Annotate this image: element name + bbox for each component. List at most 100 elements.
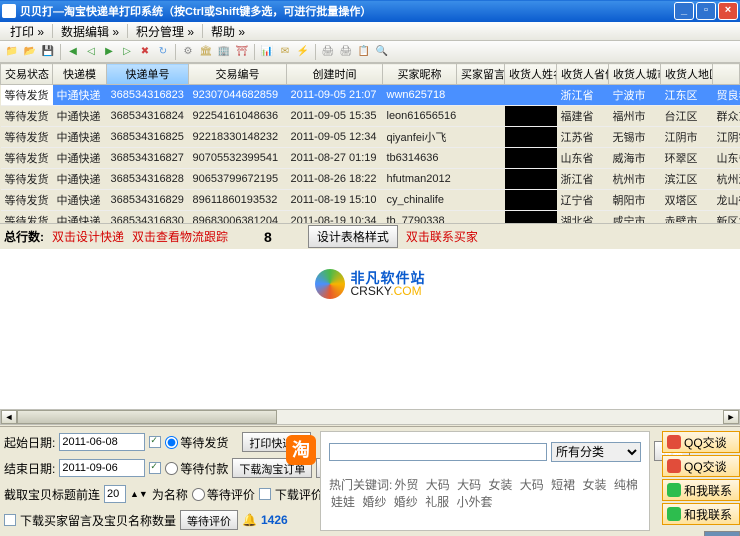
menu-help[interactable]: 帮助 » — [205, 22, 251, 41]
logo-text-cn: 非凡软件站 — [351, 271, 426, 285]
radio-waiting-eval[interactable]: 等待评价 — [192, 486, 255, 503]
category-select[interactable]: 所有分类 — [551, 442, 641, 462]
minimize-button[interactable]: _ — [674, 2, 694, 20]
column-header[interactable] — [713, 64, 740, 85]
hot-keyword-link[interactable]: 娃娃 — [331, 495, 355, 509]
toolbar-button-5[interactable]: ◁ — [83, 44, 99, 60]
table-row[interactable]: 等待发货中通快递368534316824922541610486362011-0… — [1, 106, 740, 127]
hot-keyword-link[interactable]: 纯棉 — [614, 478, 638, 492]
toolbar-button-11[interactable]: ⚙ — [180, 44, 196, 60]
hot-keyword-link[interactable]: 外贸 — [394, 478, 418, 492]
start-date-input[interactable] — [59, 433, 145, 451]
contact-button[interactable]: QQ交谈 — [662, 431, 740, 453]
hot-keyword-link[interactable]: 婚纱 — [394, 495, 418, 509]
scroll-right-arrow[interactable]: ► — [723, 410, 739, 424]
toolbar-button-16[interactable]: 📊 — [259, 44, 275, 60]
radio-waiting-pay[interactable]: 等待付款 — [165, 460, 228, 477]
hot-keyword-link[interactable]: 大码 — [520, 478, 544, 492]
toolbar-button-14[interactable]: ⛩ — [234, 44, 250, 60]
column-header[interactable]: 收货人地区 — [661, 64, 713, 85]
hot-keyword-link[interactable]: 女装 — [488, 478, 512, 492]
toolbar-button-2[interactable]: 💾 — [40, 44, 56, 60]
tip-design[interactable]: 双击设计快递 — [52, 228, 124, 245]
radio-waiting-ship[interactable]: 等待发货 — [165, 434, 228, 451]
contact-icon — [667, 435, 681, 449]
toolbar-button-20[interactable]: 🖨 — [320, 44, 336, 60]
side-contact-buttons: QQ交谈QQ交谈和我联系和我联系在线客服 — [662, 431, 740, 536]
table-row[interactable]: 等待发货中通快递368534316823923070446828592011-0… — [1, 85, 740, 106]
toolbar: 📁📂💾◀◁▶▷✖↻⚙🏛🏢⛩📊✉⚡🖨🖨📋🔍 — [0, 41, 740, 63]
data-grid[interactable]: 交易状态快递模快递单号交易编号创建时间买家昵称买家留言收货人姓名收货人省份收货人… — [0, 63, 740, 223]
table-row[interactable]: 等待发货中通快递368534316825922183301482322011-0… — [1, 127, 740, 148]
hot-keyword-link[interactable]: 礼服 — [425, 495, 449, 509]
hot-keywords: 热门关键词:外贸 大码 大码 女装 大码 短裙 女装 纯棉 娃娃 婚纱 婚纱 礼… — [329, 476, 641, 510]
hot-keyword-link[interactable]: 短裙 — [551, 478, 575, 492]
download-eval-checkbox[interactable] — [259, 488, 271, 500]
tip-contact[interactable]: 双击联系买家 — [406, 228, 478, 245]
hot-keyword-link[interactable]: 大码 — [457, 478, 481, 492]
toolbar-button-13[interactable]: 🏢 — [216, 44, 232, 60]
contact-button[interactable]: 和我联系 — [662, 503, 740, 525]
column-header[interactable]: 收货人姓名 — [505, 64, 557, 85]
column-header[interactable]: 收货人城市 — [609, 64, 661, 85]
column-header[interactable]: 买家留言 — [457, 64, 505, 85]
maximize-button[interactable]: ▫ — [696, 2, 716, 20]
menu-data-edit[interactable]: 数据编辑 » — [55, 22, 125, 41]
scroll-left-arrow[interactable]: ◄ — [1, 410, 17, 424]
search-input[interactable] — [329, 443, 547, 461]
table-row[interactable]: 等待发货中通快递368534316828906537996721952011-0… — [1, 169, 740, 190]
table-row[interactable]: 等待发货中通快递368534316829896118601935322011-0… — [1, 190, 740, 211]
truncate-input[interactable] — [104, 485, 126, 503]
column-header[interactable]: 交易编号 — [189, 64, 287, 85]
toolbar-button-1[interactable]: 📂 — [22, 44, 38, 60]
column-header[interactable]: 快递单号 — [107, 64, 189, 85]
toolbar-button-7[interactable]: ▷ — [119, 44, 135, 60]
toolbar-button-23[interactable]: 🔍 — [374, 44, 390, 60]
bell-icon[interactable]: 🔔 — [242, 513, 257, 527]
table-row[interactable]: 等待发货中通快递368534316830896830063812042011-0… — [1, 211, 740, 224]
content-area: 非凡软件站 CRSKY.COM — [0, 249, 740, 409]
column-header[interactable]: 交易状态 — [1, 64, 53, 85]
close-button[interactable]: × — [718, 2, 738, 20]
column-header[interactable]: 创建时间 — [287, 64, 383, 85]
toolbar-button-17[interactable]: ✉ — [277, 44, 293, 60]
hot-keyword-link[interactable]: 大码 — [426, 478, 450, 492]
download-msg-checkbox[interactable] — [4, 514, 16, 526]
toolbar-button-6[interactable]: ▶ — [101, 44, 117, 60]
download-msg-label: 下载买家留言及宝贝名称数量 — [20, 512, 176, 529]
bottom-panel: 起始日期: 等待发货 打印快递单 结束日期: 等待付款 下载淘宝订单 淘宝发货 … — [0, 426, 740, 536]
design-table-button[interactable]: 设计表格样式 — [308, 225, 398, 248]
cs-avatar[interactable] — [704, 531, 740, 536]
contact-icon — [667, 483, 681, 497]
toolbar-button-9[interactable]: ↻ — [155, 44, 171, 60]
truncate-label2: 为名称 — [152, 486, 188, 503]
end-date-picker-icon[interactable] — [149, 462, 161, 474]
eval-button[interactable]: 等待评价 — [180, 510, 238, 530]
contact-button[interactable]: 和我联系 — [662, 479, 740, 501]
hot-keyword-link[interactable]: 小外套 — [456, 495, 492, 509]
table-row[interactable]: 等待发货中通快递368534316827907055323995412011-0… — [1, 148, 740, 169]
truncate-label: 截取宝贝标题前连 — [4, 486, 100, 503]
end-date-input[interactable] — [59, 459, 145, 477]
toolbar-button-22[interactable]: 📋 — [356, 44, 372, 60]
toolbar-button-18[interactable]: ⚡ — [295, 44, 311, 60]
contact-button[interactable]: QQ交谈 — [662, 455, 740, 477]
hot-keyword-link[interactable]: 女装 — [583, 478, 607, 492]
toolbar-button-0[interactable]: 📁 — [4, 44, 20, 60]
toolbar-button-21[interactable]: 🖨 — [338, 44, 354, 60]
start-date-picker-icon[interactable] — [149, 436, 161, 448]
column-header[interactable]: 收货人省份 — [557, 64, 609, 85]
toolbar-button-12[interactable]: 🏛 — [198, 44, 214, 60]
menu-points[interactable]: 积分管理 » — [130, 22, 200, 41]
horizontal-scrollbar[interactable]: ◄ ► — [0, 409, 740, 425]
tip-track[interactable]: 双击查看物流跟踪 — [132, 228, 228, 245]
hot-keyword-link[interactable]: 婚纱 — [362, 495, 386, 509]
scroll-thumb[interactable] — [17, 410, 277, 424]
toolbar-button-8[interactable]: ✖ — [137, 44, 153, 60]
end-date-label: 结束日期: — [4, 460, 55, 477]
column-header[interactable]: 买家昵称 — [383, 64, 457, 85]
toolbar-button-4[interactable]: ◀ — [65, 44, 81, 60]
column-header[interactable]: 快递模 — [53, 64, 107, 85]
menu-print[interactable]: 打印 » — [4, 22, 50, 41]
window-title: 贝贝打—淘宝快递单打印系统（按Ctrl或Shift键多选，可进行批量操作） — [20, 3, 674, 19]
